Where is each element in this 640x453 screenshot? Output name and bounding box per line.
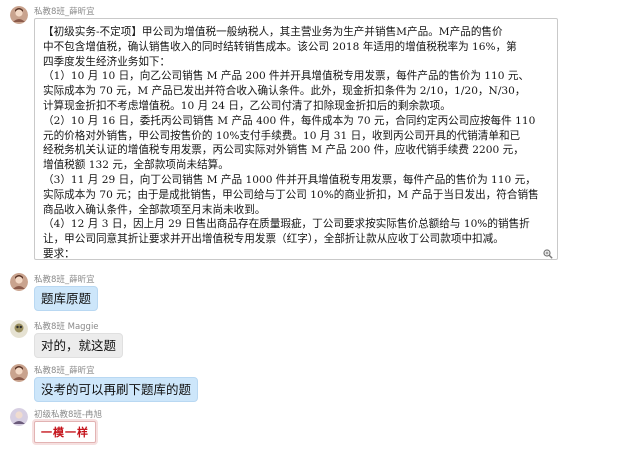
document-line: 让，甲公司同意其折让要求并开出增值税专用发票（红字），全部折让款从应收丁公司款项… [43,233,504,246]
document-line: （1）10 月 10 日，向乙公司销售 M 产品 200 件并开具增值税专用发票… [43,70,530,83]
zoom-in-icon[interactable] [543,247,553,259]
avatar[interactable] [10,273,28,291]
document-line: 商品收入确认条件，全部款项至月末尚未收到。 [43,203,266,216]
sender-name: 私教8班_薛昕宜 [34,7,95,17]
sender-name: 私教8班_薛昕宜 [34,275,95,285]
document-image[interactable]: 【初级实务-不定项】甲公司为增值税一般纳税人，其主营业务为生产并销售M产品。M产… [34,18,558,260]
document-line: （2）10 月 16 日，委托丙公司销售 M 产品 400 件，每件成本为 70… [43,114,536,127]
document-line: 中不包含增值税，确认销售收入的同时结转销售成本。该公司 2018 年适用的增值税… [43,40,517,53]
message-bubble[interactable]: 对的，就这题 [34,333,124,358]
document-line: 计算现金折扣不考虑增值税。10 月 24 日，乙公司付清了扣除现金折扣后的剩余款… [43,99,451,112]
document-line: 四季度发生经济业务如下： [43,55,171,68]
message-bubble[interactable]: 没考的可以再刷下题库的题 [34,377,199,402]
avatar[interactable] [10,408,28,426]
document-text: 【初级实务-不定项】甲公司为增值税一般纳税人，其主营业务为生产并销售M产品。M产… [43,25,549,262]
document-line: （4）12 月 3 日，因上月 29 日售出商品存在质量瑕疵，丁公司要求按实际售… [43,218,530,231]
sender-name: 初级私教8班-冉旭 [34,410,102,420]
document-line: （3）11 月 29 日，向丁公司销售 M 产品 1000 件并开具增值税专用发… [43,173,536,186]
sender-name: 私教8班 Maggie [34,322,99,332]
avatar[interactable] [10,6,28,24]
document-line: 元的价格对外销售，甲公司按售价的 10%支付手续费。10 月 31 日，收到丙公… [43,129,521,142]
avatar[interactable] [10,320,28,338]
avatar[interactable] [10,364,28,382]
sticker-image[interactable]: 一模一样 [34,421,96,443]
document-line: 实际成本为 70 元；由于是成批销售，甲公司给与丁公司 10%的商业折扣，M 产… [43,188,539,201]
document-line: 【初级实务-不定项】甲公司为增值税一般纳税人，其主营业务为生产并销售M产品。M产… [43,26,503,38]
document-line: 增值税额 132 元，全部款项尚未结算。 [43,159,229,172]
sender-name: 私教8班_薛昕宜 [34,366,95,376]
document-line: 要求： [43,247,75,260]
document-line: 经税务机关认证的增值税专用发票，丙公司实际对外销售 M 产品 200 件，应收代… [43,144,524,157]
document-line: 实际成本为 70 元，M 产品已发出并符合收入确认条件。此外，现金折扣条件为 2… [43,85,526,98]
message-bubble[interactable]: 题库原题 [34,286,99,311]
